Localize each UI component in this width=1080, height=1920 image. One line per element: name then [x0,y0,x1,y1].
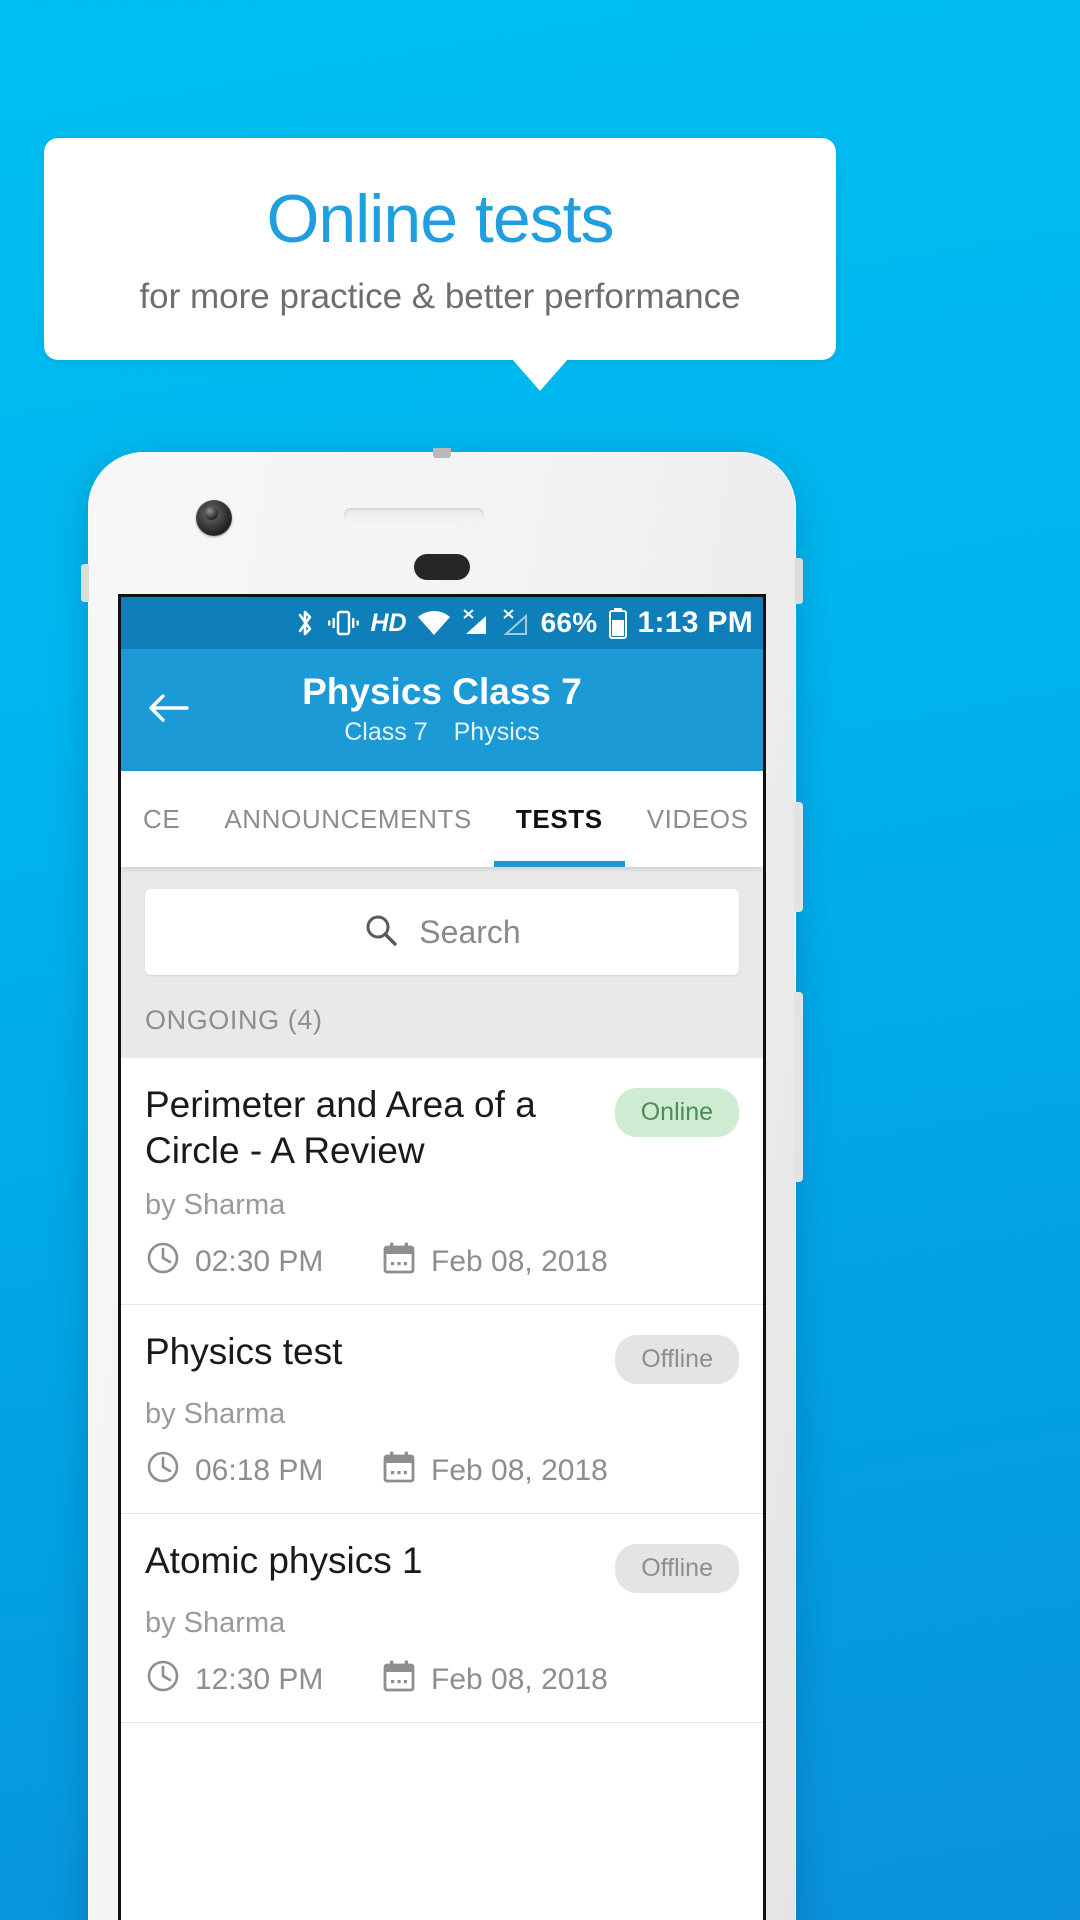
calendar-icon [381,1240,417,1284]
test-date: Feb 08, 2018 [381,1658,608,1702]
clock-icon [145,1658,181,1702]
status-badge: Offline [615,1334,739,1384]
front-camera-icon [196,500,232,536]
battery-icon [608,607,628,639]
test-author: by Sharma [145,1188,286,1221]
promo-title: Online tests [266,180,614,257]
wifi-icon [417,610,451,636]
promo-subtitle: for more practice & better performance [139,276,741,316]
breadcrumb: Class 7 Physics [344,718,540,747]
tab-tests[interactable]: TESTS [493,771,625,867]
list-item[interactable]: Perimeter and Area of a Circle - A Revie… [121,1058,763,1305]
hd-icon: HD [370,608,407,637]
test-date: Feb 08, 2018 [381,1449,608,1493]
tab-videos[interactable]: VIDEOS [625,771,763,867]
test-meta: 06:18 PM Feb 08, 2018 [145,1449,739,1493]
test-date: Feb 08, 2018 [381,1240,608,1284]
test-card-header: Perimeter and Area of a Circle - A Revie… [145,1082,739,1175]
earpiece-speaker [344,508,484,522]
test-author: by Sharma [145,1606,286,1639]
list-item[interactable]: Atomic physics 1 Offline by Sharma 12:30… [121,1514,763,1723]
test-card-header: Physics test Offline [145,1329,739,1384]
status-badge: Online [614,1088,739,1137]
test-date-label: Feb 08, 2018 [431,1662,608,1696]
phone-screen: HD 66% 1:13 PM Physics Class 7 Class 7 P… [118,594,766,1920]
status-bar: HD 66% 1:13 PM [121,597,763,649]
test-time: 02:30 PM [145,1240,381,1284]
tests-list: Perimeter and Area of a Circle - A Revie… [121,1058,763,1723]
test-time-label: 12:30 PM [195,1662,324,1696]
test-time: 06:18 PM [145,1449,381,1493]
phone-power-button [795,558,803,604]
promo-callout-tail [512,359,568,391]
phone-top-marker [433,448,451,458]
section-header-ongoing: ONGOING (4) [121,1005,763,1058]
test-time-label: 06:18 PM [195,1453,324,1487]
calendar-icon [381,1449,417,1493]
test-meta: 12:30 PM Feb 08, 2018 [145,1658,739,1702]
breadcrumb-class: Class 7 [344,717,428,746]
search-icon [363,912,399,953]
calendar-icon [381,1658,417,1702]
test-time: 12:30 PM [145,1658,381,1702]
proximity-sensor [414,554,470,580]
tab-ce[interactable]: CE [121,771,202,867]
search-placeholder: Search [419,913,521,950]
list-item[interactable]: Physics test Offline by Sharma 06:18 PM [121,1305,763,1514]
page-title: Physics Class 7 [302,671,582,713]
status-bar-clock: 1:13 PM [637,606,753,639]
signal-no-sim-1-icon [461,608,491,638]
app-bar: Physics Class 7 Class 7 Physics [121,649,763,771]
phone-volume-down-button [794,992,803,1182]
bluetooth-icon [294,607,316,639]
vibrate-icon [326,608,360,638]
phone-volume-up-button [794,802,803,912]
test-date-label: Feb 08, 2018 [431,1244,608,1278]
breadcrumb-subject: Physics [453,717,540,746]
search-section: Search [121,867,763,1005]
search-input[interactable]: Search [145,889,739,975]
tab-bar: CE ANNOUNCEMENTS TESTS VIDEOS [121,771,763,867]
clock-icon [145,1240,181,1284]
arrow-left-icon [147,691,191,730]
test-time-label: 02:30 PM [195,1244,324,1278]
test-title: Physics test [145,1330,343,1372]
test-author: by Sharma [145,1397,286,1430]
signal-no-sim-2-icon [501,608,531,638]
promo-callout: Online tests for more practice & better … [44,138,836,360]
phone-left-button [81,564,89,602]
tab-announcements[interactable]: ANNOUNCEMENTS [202,771,494,867]
test-card-header: Atomic physics 1 Offline [145,1538,739,1593]
battery-percent-label: 66% [540,607,598,638]
test-title: Perimeter and Area of a Circle - A Revie… [145,1084,536,1172]
clock-icon [145,1449,181,1493]
test-title: Atomic physics 1 [145,1539,423,1581]
phone-mockup: HD 66% 1:13 PM Physics Class 7 Class 7 P… [81,448,803,1920]
test-date-label: Feb 08, 2018 [431,1453,608,1487]
test-meta: 02:30 PM Feb 08, 2018 [145,1240,739,1284]
status-badge: Offline [615,1543,739,1593]
back-button[interactable] [143,684,195,736]
